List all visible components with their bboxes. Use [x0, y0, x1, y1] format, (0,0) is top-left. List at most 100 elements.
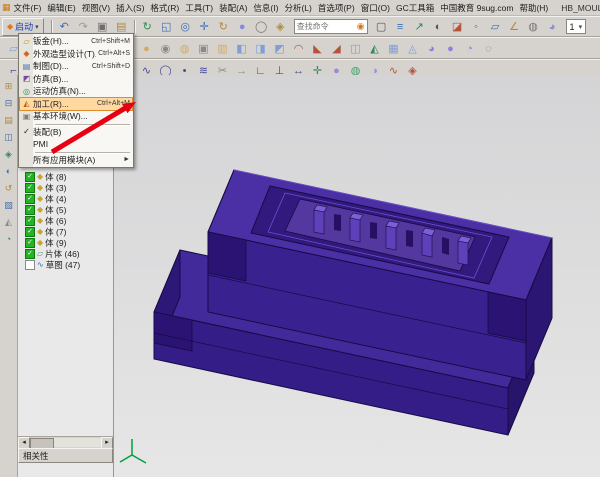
- history-icon[interactable]: ↺: [2, 182, 15, 195]
- render-style-icon[interactable]: ◕: [543, 18, 562, 36]
- subtract-icon[interactable]: ◨: [251, 40, 270, 58]
- menu-view[interactable]: 视图(V): [79, 1, 113, 15]
- edit-section-icon[interactable]: ◪: [448, 18, 467, 36]
- menu-item-pmi[interactable]: PMI: [20, 138, 132, 151]
- menu-file[interactable]: 文件(F): [11, 1, 45, 15]
- tree-item[interactable]: ✓◆体 (5): [18, 204, 113, 215]
- menu-tools[interactable]: 工具(T): [182, 1, 216, 15]
- navigator-hscrollbar[interactable]: ◂ ▸: [18, 436, 113, 448]
- tree-item[interactable]: ✓◆体 (3): [18, 182, 113, 193]
- tree-item[interactable]: ✓▱片体 (46): [18, 248, 113, 259]
- boss-icon[interactable]: ◍: [175, 40, 194, 58]
- face-edges-icon[interactable]: ◔: [460, 40, 479, 58]
- mold-3d-model[interactable]: [114, 75, 600, 477]
- process-studio-icon[interactable]: ▧: [2, 199, 15, 212]
- snap-point-icon[interactable]: ◦: [467, 18, 486, 36]
- pan-icon[interactable]: ✛: [195, 18, 214, 36]
- rib-icon[interactable]: ▥: [213, 40, 232, 58]
- window-icon[interactable]: ▢: [372, 18, 391, 36]
- pattern-feature-icon[interactable]: ▦: [384, 40, 403, 58]
- menu-item-shortcut: Ctrl+Shift+M: [89, 38, 132, 45]
- shaded-with-edges-icon[interactable]: ◕: [422, 40, 441, 58]
- tree-item-checkbox[interactable]: ✓: [25, 205, 35, 215]
- menu-edit[interactable]: 编辑(E): [44, 1, 78, 15]
- sphere-icon[interactable]: ●: [137, 40, 156, 58]
- tree-item-checkbox[interactable]: ✓: [25, 216, 35, 226]
- scroll-track[interactable]: [30, 438, 101, 447]
- menu-format[interactable]: 格式(R): [147, 1, 182, 15]
- studio-render-icon[interactable]: ●: [441, 40, 460, 58]
- manufacturing-wizard-icon[interactable]: ◭: [2, 216, 15, 229]
- shell-icon[interactable]: ◫: [346, 40, 365, 58]
- part-navigator-icon[interactable]: ▤: [2, 114, 15, 127]
- menu-item-drafting[interactable]: ▤制图(D)...Ctrl+Shift+D: [20, 60, 132, 73]
- menu-item-gateway[interactable]: ▣基本环境(W)...: [20, 110, 132, 123]
- tree-item-checkbox[interactable]: ✓: [25, 194, 35, 204]
- layer-settings-icon[interactable]: ≡: [391, 18, 410, 36]
- shaded-view-icon[interactable]: ●: [233, 18, 252, 36]
- search-icon[interactable]: ◉: [355, 21, 367, 32]
- scale-combo[interactable]: 1 ▾: [566, 19, 587, 34]
- hd3d-tools-icon[interactable]: ◈: [2, 148, 15, 161]
- lightweight-display-icon[interactable]: ◌: [479, 40, 498, 58]
- tree-item[interactable]: ✓◆体 (8): [18, 171, 113, 182]
- wireframe-view-icon[interactable]: ◯: [252, 18, 271, 36]
- menu-item-assemblies[interactable]: ✓装配(B): [20, 126, 132, 139]
- work-plane-icon[interactable]: ▱: [486, 18, 505, 36]
- move-object-icon[interactable]: ↗: [410, 18, 429, 36]
- intersect-icon[interactable]: ◩: [270, 40, 289, 58]
- menu-item-motion-simulation[interactable]: ◎运动仿真(N)...: [20, 85, 132, 98]
- menu-help[interactable]: 帮助(H): [516, 1, 551, 15]
- mirror-feature-icon[interactable]: ◬: [403, 40, 422, 58]
- chamfer-icon[interactable]: ◣: [308, 40, 327, 58]
- menu-item-all-applications[interactable]: 所有应用模块(A)►: [20, 154, 132, 167]
- tree-item-checkbox[interactable]: ✓: [25, 249, 35, 259]
- trim-body-icon[interactable]: ◭: [365, 40, 384, 58]
- zoom-icon[interactable]: ◎: [176, 18, 195, 36]
- assembly-navigator-icon[interactable]: ⊞: [2, 80, 15, 93]
- rotate-view-icon[interactable]: ↻: [214, 18, 233, 36]
- menu-china-edu[interactable]: 中国教育 9sug.com: [437, 1, 516, 15]
- menu-item-sheet-metal[interactable]: ▱钣金(H)...Ctrl+Shift+M: [20, 35, 132, 48]
- menu-information[interactable]: 信息(I): [250, 1, 281, 15]
- tree-item-checkbox[interactable]: ✓: [25, 183, 35, 193]
- tree-item[interactable]: ✓◆体 (6): [18, 215, 113, 226]
- menu-item-simulation[interactable]: ◩仿真(B)...: [20, 73, 132, 86]
- constraint-navigator-icon[interactable]: ⊟: [2, 97, 15, 110]
- web-browser-icon[interactable]: ◐: [2, 165, 15, 178]
- menu-gc-toolbox[interactable]: GC工具箱: [393, 1, 437, 15]
- reuse-library-icon[interactable]: ◫: [2, 131, 15, 144]
- unite-icon[interactable]: ◧: [232, 40, 251, 58]
- tree-item-checkbox[interactable]: ✓: [25, 238, 35, 248]
- fit-view-icon[interactable]: ◱: [157, 18, 176, 36]
- show-hide-icon[interactable]: ◐: [429, 18, 448, 36]
- tree-item-checkbox[interactable]: ✓: [25, 172, 35, 182]
- hole-icon[interactable]: ◉: [156, 40, 175, 58]
- isometric-view-icon[interactable]: ◈: [271, 18, 290, 36]
- scroll-left-icon[interactable]: ◂: [18, 437, 30, 449]
- tree-item-checkbox[interactable]: ✓: [25, 227, 35, 237]
- pocket-icon[interactable]: ▣: [194, 40, 213, 58]
- menu-insert[interactable]: 插入(S): [113, 1, 147, 15]
- search-input[interactable]: [295, 21, 355, 32]
- tree-item[interactable]: ∿草图 (47): [18, 259, 113, 270]
- refresh-icon[interactable]: ↻: [138, 18, 157, 36]
- scroll-right-icon[interactable]: ▸: [101, 437, 113, 449]
- menu-analysis[interactable]: 分析(L): [281, 1, 314, 15]
- dependencies-panel-header[interactable]: 相关性: [18, 448, 113, 463]
- tree-item[interactable]: ✓◆体 (4): [18, 193, 113, 204]
- measure-icon[interactable]: ∠: [505, 18, 524, 36]
- roles-icon[interactable]: ◔: [2, 233, 15, 246]
- menu-item-manufacturing[interactable]: ◭加工(R)...Ctrl+Alt+M: [20, 98, 132, 111]
- draft-icon[interactable]: ◢: [327, 40, 346, 58]
- tree-item-checkbox[interactable]: [25, 260, 35, 270]
- tree-item[interactable]: ✓◆体 (9): [18, 237, 113, 248]
- tree-item[interactable]: ✓◆体 (7): [18, 226, 113, 237]
- material-icon[interactable]: ◍: [524, 18, 543, 36]
- edge-blend-icon[interactable]: ◠: [289, 40, 308, 58]
- graphics-viewport[interactable]: [114, 75, 600, 477]
- menu-window[interactable]: 窗口(O): [358, 1, 393, 15]
- menu-preferences[interactable]: 首选项(P): [315, 1, 358, 15]
- menu-item-shape-studio[interactable]: ◆外观造型设计(T)...Ctrl+Alt+S: [20, 48, 132, 61]
- menu-assemblies[interactable]: 装配(A): [216, 1, 250, 15]
